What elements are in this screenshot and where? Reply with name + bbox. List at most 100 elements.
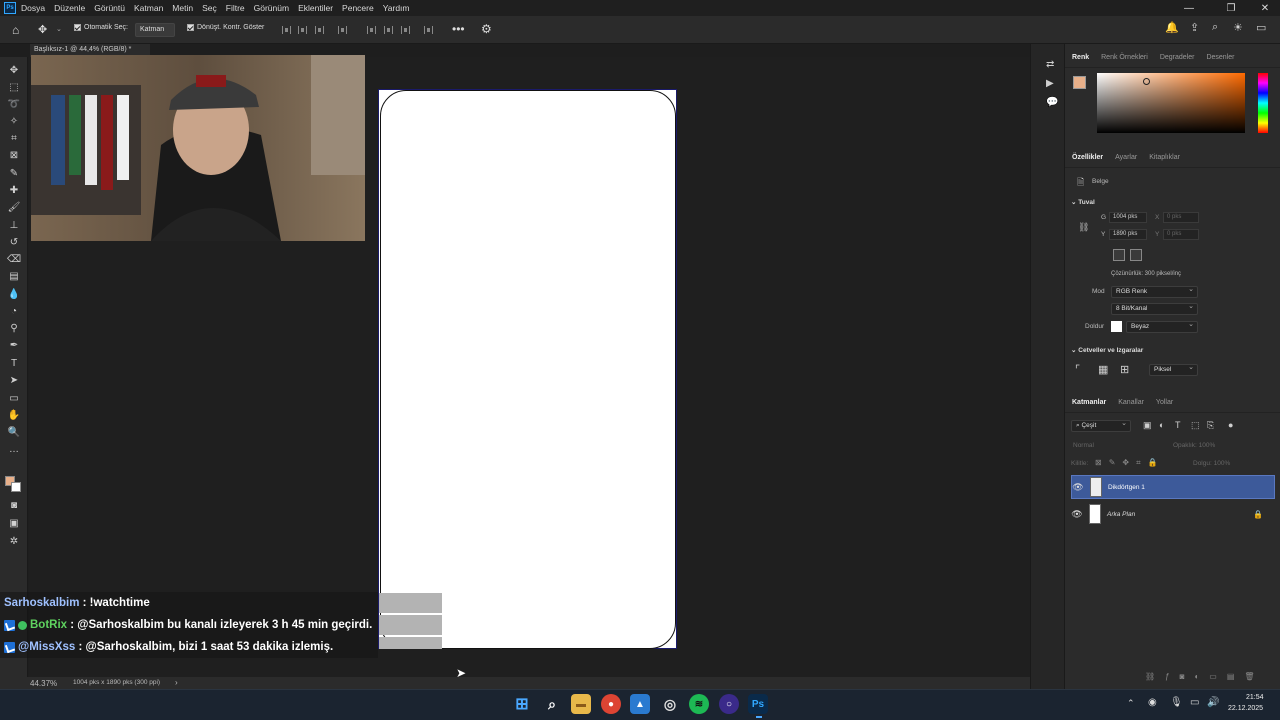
- menu-image[interactable]: Görüntü: [94, 3, 125, 13]
- path-select-icon[interactable]: ➤: [7, 375, 21, 387]
- rulers-section-title[interactable]: ⌄ Cetveller ve Izgaralar: [1071, 346, 1143, 354]
- height-field[interactable]: 1890 pks: [1109, 229, 1147, 240]
- menu-window[interactable]: Pencere: [342, 3, 374, 13]
- move-tool-icon[interactable]: ✥: [38, 23, 47, 36]
- align-middle-icon[interactable]: [384, 26, 393, 34]
- filter-pixel-icon[interactable]: ▣: [1143, 420, 1152, 431]
- link-icon[interactable]: ⛓: [1078, 222, 1089, 233]
- gradient-tool-icon[interactable]: ▤: [7, 271, 21, 283]
- blur-tool-icon[interactable]: 💧: [7, 289, 21, 301]
- photoshop-logo-icon[interactable]: Ps: [4, 2, 16, 14]
- eyedropper-icon[interactable]: ✎: [7, 168, 21, 180]
- photos-icon[interactable]: ▲: [630, 694, 650, 714]
- hand-tool-icon[interactable]: ✋: [7, 410, 21, 422]
- tab-patterns[interactable]: Desenler: [1206, 54, 1234, 61]
- tab-channels[interactable]: Kanallar: [1118, 399, 1144, 406]
- menu-file[interactable]: Dosya: [21, 3, 45, 13]
- obs-icon[interactable]: ◎: [660, 694, 680, 714]
- app-circle-icon[interactable]: ○: [719, 694, 739, 714]
- zoom-level[interactable]: 44.37%: [30, 679, 57, 688]
- portrait-orientation-icon[interactable]: [1113, 249, 1125, 261]
- search-icon[interactable]: ⌕: [542, 694, 562, 714]
- menu-help[interactable]: Yardım: [383, 3, 410, 13]
- brush-tool-icon[interactable]: 🖌: [7, 202, 21, 214]
- marquee-tool-icon[interactable]: ⬚: [7, 82, 21, 94]
- filter-type-icon[interactable]: T: [1175, 420, 1181, 430]
- eye-icon[interactable]: 👁: [1072, 482, 1084, 493]
- unit-select[interactable]: Piksel: [1149, 363, 1198, 376]
- actions-play-icon[interactable]: ▶: [1046, 78, 1054, 89]
- opacity-field[interactable]: Opaklık: 100%: [1173, 442, 1215, 449]
- menu-type[interactable]: Metin: [172, 3, 193, 13]
- tab-gradients[interactable]: Degradeler: [1160, 54, 1195, 61]
- show-transform-checkbox[interactable]: Dönüşt. Kontr. Göster: [187, 24, 264, 31]
- spotify-icon[interactable]: ≋: [689, 694, 709, 714]
- filter-adjustment-icon[interactable]: ◐: [1159, 420, 1164, 430]
- filter-toggle-icon[interactable]: ●: [1228, 420, 1233, 430]
- discord-icon[interactable]: ◉: [1148, 697, 1157, 708]
- target-dropdown[interactable]: Katman: [135, 23, 175, 37]
- align-top-icon[interactable]: [367, 26, 376, 34]
- frame-tool-icon[interactable]: ⊠: [7, 150, 21, 162]
- chevron-up-icon[interactable]: ⌃: [1127, 698, 1135, 709]
- landscape-orientation-icon[interactable]: [1130, 249, 1142, 261]
- layer-name[interactable]: Arka Plan: [1107, 511, 1135, 518]
- photoshop-taskbar-icon[interactable]: Ps: [748, 694, 768, 714]
- more-options-icon[interactable]: •••: [452, 22, 465, 36]
- microphone-icon[interactable]: 🎙: [1170, 697, 1183, 708]
- move-tool-icon[interactable]: ✥: [7, 65, 21, 77]
- align-right-icon[interactable]: [315, 26, 324, 34]
- history-brush-icon[interactable]: ↺: [7, 237, 21, 249]
- search-icon[interactable]: ⌕: [1212, 21, 1218, 34]
- share-icon[interactable]: ⇪: [1190, 21, 1199, 34]
- align-center-icon[interactable]: [298, 26, 307, 34]
- document-info[interactable]: 1004 pks x 1890 pks (300 ppi): [73, 679, 160, 686]
- workspace-icon[interactable]: ▭: [1256, 21, 1266, 34]
- layer-row-selected[interactable]: 👁 Dikdörtgen 1: [1071, 475, 1275, 499]
- color-picker-cursor[interactable]: [1143, 78, 1150, 85]
- stamp-tool-icon[interactable]: ⊥: [7, 220, 21, 232]
- volume-icon[interactable]: 🔊: [1207, 697, 1219, 708]
- lock-icons[interactable]: ⊠✎✥⌗🔒: [1095, 458, 1165, 468]
- filter-smart-icon[interactable]: ⎘: [1207, 420, 1214, 431]
- background-color-swatch[interactable]: [11, 482, 21, 492]
- history-panel-icon[interactable]: ⇄: [1046, 59, 1054, 70]
- clock-time[interactable]: 21:54: [1246, 694, 1264, 701]
- comments-icon[interactable]: 💬: [1046, 97, 1058, 108]
- guides-icon[interactable]: ⊞: [1120, 363, 1129, 376]
- type-tool-icon[interactable]: T: [7, 358, 21, 370]
- eraser-tool-icon[interactable]: ⌫: [7, 254, 21, 266]
- generative-icon[interactable]: ✲: [7, 536, 21, 548]
- mode-select[interactable]: RGB Renk: [1111, 285, 1198, 298]
- tab-adjustments[interactable]: Ayarlar: [1115, 154, 1137, 161]
- menu-layer[interactable]: Katman: [134, 3, 163, 13]
- rounded-rectangle-shape[interactable]: [380, 90, 676, 649]
- tab-paths[interactable]: Yollar: [1156, 399, 1173, 406]
- pen-tool-icon[interactable]: ✒: [7, 340, 21, 352]
- distribute-icon[interactable]: [338, 26, 347, 34]
- home-icon[interactable]: ⌂: [12, 23, 19, 37]
- display-icon[interactable]: ▭: [1190, 697, 1199, 708]
- filter-shape-icon[interactable]: ⬚: [1191, 420, 1200, 431]
- tab-swatches[interactable]: Renk Örnekleri: [1101, 54, 1148, 61]
- chevron-right-icon[interactable]: ›: [175, 678, 178, 687]
- healing-brush-icon[interactable]: ✚: [7, 185, 21, 197]
- width-field[interactable]: 1004 pks: [1109, 212, 1147, 223]
- menu-edit[interactable]: Düzenle: [54, 3, 85, 13]
- align-bottom-icon[interactable]: [401, 26, 410, 34]
- fill-select[interactable]: Beyaz: [1126, 320, 1198, 333]
- blend-mode-select[interactable]: Normal: [1073, 442, 1094, 449]
- restore-icon[interactable]: ❐: [1218, 0, 1244, 16]
- menu-select[interactable]: Seç: [202, 3, 217, 13]
- auto-select-checkbox[interactable]: Otomatik Seç:: [74, 24, 128, 31]
- crop-tool-icon[interactable]: ⌗: [7, 133, 21, 145]
- layer-actions-bar[interactable]: ⛓ƒ◙◐▭▤🗑: [1145, 672, 1265, 681]
- eye-icon[interactable]: 👁: [1071, 509, 1083, 520]
- clock-date[interactable]: 22.12.2025: [1228, 705, 1263, 712]
- windows-start-icon[interactable]: ⊞: [512, 694, 532, 714]
- magic-wand-icon[interactable]: ✧: [7, 116, 21, 128]
- file-explorer-icon[interactable]: ▬: [571, 694, 591, 714]
- layer-row[interactable]: 👁 Arka Plan 🔒: [1071, 502, 1275, 526]
- tab-properties[interactable]: Özellikler: [1072, 154, 1103, 161]
- lock-icon[interactable]: 🔒: [1253, 510, 1263, 519]
